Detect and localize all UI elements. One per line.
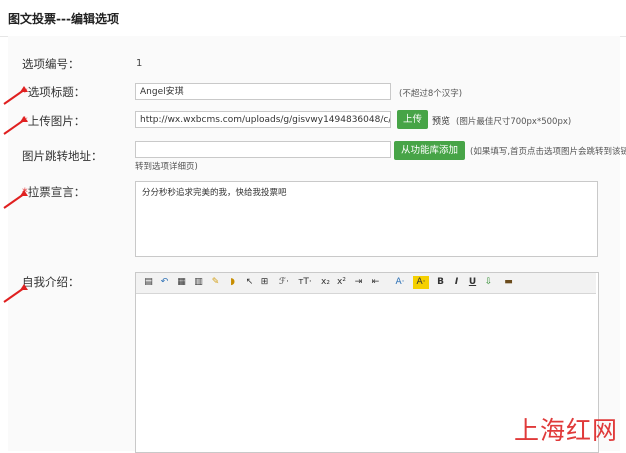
add-from-library-button[interactable]: 从功能库添加 <box>394 141 465 160</box>
undo-icon[interactable]: ↶ <box>158 276 171 289</box>
option-title-input[interactable]: Angel安琪 <box>135 83 391 100</box>
annotation-arrow <box>3 190 28 209</box>
subscript-icon[interactable]: x₂ <box>319 276 332 289</box>
bold-icon[interactable]: B <box>434 276 447 289</box>
intro-label: 自我介绍： <box>22 275 80 289</box>
image-url-input[interactable]: http://wx.wxbcms.com/uploads/g/gisvwy149… <box>135 111 391 128</box>
eraser-icon[interactable]: ◗ <box>226 276 239 289</box>
upload-image-label: *上传图片： <box>22 113 85 129</box>
page-header: 图文投票---编辑选项 <box>0 0 626 37</box>
option-title-label-text: 选项标题： <box>27 85 86 99</box>
image-link-label: 图片跳转地址： <box>22 149 103 163</box>
editor-toolbar: ▤ ↶ ▦ ▥ ✎ ◗ ↖ ⊞ ℱ· ᴛT· x₂ x² ⇥ ⇤ A· A· B… <box>136 273 596 294</box>
option-no-label: 选项编号： <box>22 57 80 71</box>
image-icon[interactable]: ▬ <box>502 276 515 289</box>
upload-image-hint: (图片最佳尺寸700px*500px) <box>456 117 572 127</box>
superscript-icon[interactable]: x² <box>335 276 348 289</box>
table-icon[interactable]: ⊞ <box>258 276 271 289</box>
italic-icon[interactable]: I <box>450 276 463 289</box>
strikethrough-icon[interactable]: ⇩ <box>482 276 495 289</box>
font-size-icon[interactable]: ᴛT· <box>296 276 314 289</box>
watermark-logo: 上海红网 <box>513 416 618 445</box>
underline-icon[interactable]: U <box>466 276 479 289</box>
select-icon[interactable]: ↖ <box>243 276 256 289</box>
option-no-value: 1 <box>136 58 143 69</box>
canvass-label-text: 拉票宣言： <box>27 185 86 199</box>
outdent-icon[interactable]: ⇤ <box>369 276 382 289</box>
format-brush-icon[interactable]: ✎ <box>209 276 222 289</box>
font-color-icon[interactable]: A· <box>392 276 408 289</box>
indent-icon[interactable]: ⇥ <box>352 276 365 289</box>
image-link-hint-cont: 转到选项详细页) <box>135 162 198 172</box>
option-title-label: *选项标题： <box>22 84 85 100</box>
paste-icon[interactable]: ▦ <box>175 276 188 289</box>
option-title-hint: (不超过8个汉字) <box>399 89 463 99</box>
paste-text-icon[interactable]: ▥ <box>192 276 205 289</box>
upload-image-label-text: 上传图片： <box>27 114 86 128</box>
canvass-textarea[interactable]: 分分秒秒追求完美的我，快给我投票吧 <box>135 181 598 257</box>
annotation-arrow <box>3 86 28 105</box>
highlight-icon[interactable]: A· <box>413 276 429 289</box>
annotation-arrow <box>3 284 28 303</box>
upload-button[interactable]: 上传 <box>397 110 428 129</box>
annotation-arrow <box>3 116 28 135</box>
canvass-label: *拉票宣言： <box>22 184 85 200</box>
image-link-hint: (如果填写,首页点击选项图片会跳转到该链 <box>470 147 626 157</box>
source-icon[interactable]: ▤ <box>142 276 155 289</box>
preview-link[interactable]: 预览 <box>432 114 450 127</box>
image-link-input[interactable] <box>135 141 391 158</box>
page-title: 图文投票---编辑选项 <box>8 12 119 26</box>
font-family-icon[interactable]: ℱ· <box>275 276 293 289</box>
